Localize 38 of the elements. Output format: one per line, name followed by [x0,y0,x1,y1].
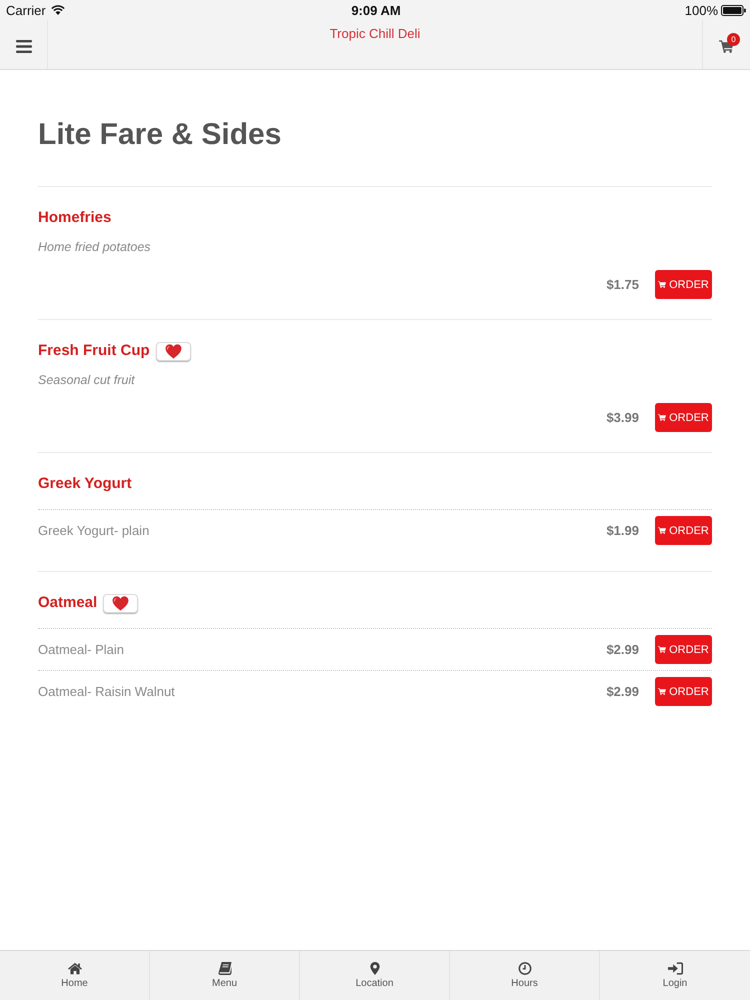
order-button[interactable]: ORDER [655,270,712,299]
store-title: Tropic Chill Deli [330,26,420,42]
cart-icon [658,414,666,421]
wifi-icon [50,5,65,15]
item-option-name: Oatmeal- Raisin Walnut [38,684,175,699]
section-heading: Fresh Fruit Cup [38,341,150,361]
item-option-name: Oatmeal- Plain [38,642,124,657]
home-icon [68,962,82,975]
item-option-name: Greek Yogurt- plain [38,523,150,538]
page-title: Lite Fare & Sides [38,117,282,153]
map-pin-icon [370,962,380,975]
item-price: $1.75 [606,277,639,292]
clock-icon [518,962,532,975]
cart-icon [658,688,666,695]
clock-time: 9:09 AM [351,2,401,18]
menu-icon [16,40,32,53]
cart-icon [658,527,666,534]
battery-percent: 100% [684,2,718,18]
section-heading: Oatmeal [38,593,98,613]
item-description: Home fried potatoes [38,239,152,256]
order-button[interactable]: ORDER [655,677,712,706]
item-price: $2.99 [606,642,639,657]
item-price: $2.99 [606,684,639,699]
book-icon [218,962,232,975]
cart-icon [658,281,666,288]
cart-icon [658,646,666,653]
order-button[interactable]: ORDER [655,403,712,432]
cart-count-badge: 0 [727,33,740,46]
section-heading: Greek Yogurt [38,474,132,494]
carrier-name: Carrier [6,2,46,18]
order-button[interactable]: ORDER [655,635,712,664]
section-heading: Homefries [38,208,112,228]
item-description: Seasonal cut fruit [38,372,136,389]
item-price: $1.99 [606,523,639,538]
login-icon [668,962,682,975]
order-button[interactable]: ORDER [655,516,712,545]
battery-icon [721,4,746,16]
item-price: $3.99 [606,410,639,425]
